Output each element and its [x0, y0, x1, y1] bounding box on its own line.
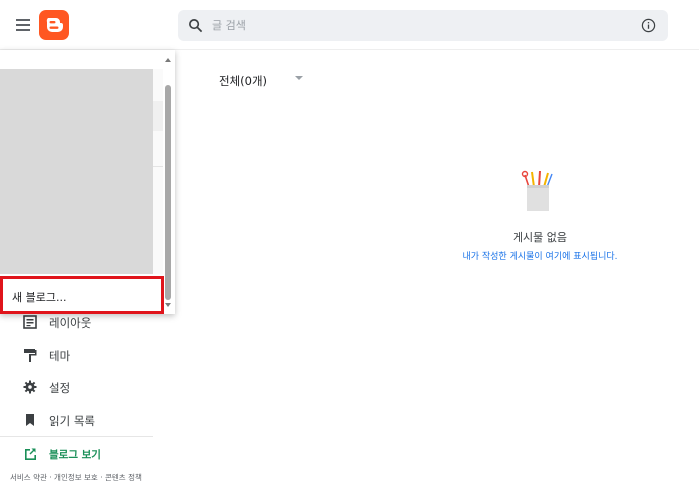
footer-links: 서비스 약관 · 개인정보 보호 · 콘텐츠 정책 [10, 472, 142, 483]
gear-icon [23, 380, 37, 394]
sidebar-item-reading-list[interactable]: 읽기 목록 [0, 404, 178, 436]
open-in-new-icon [25, 448, 36, 460]
search-bar [178, 10, 668, 41]
blogger-logo-icon[interactable] [39, 10, 69, 40]
bookmark-icon [26, 414, 34, 426]
sidebar-divider [0, 436, 153, 437]
chevron-down-icon [295, 76, 303, 80]
sidebar-item-label: 읽기 목록 [49, 414, 95, 428]
view-blog-link[interactable]: 블로그 보기 [0, 438, 178, 470]
scroll-up-arrow-icon[interactable] [165, 58, 171, 62]
empty-state-title: 게시물 없음 [512, 231, 568, 244]
dropdown-scrollbar[interactable] [163, 50, 175, 314]
info-icon[interactable] [641, 18, 656, 33]
sidebar-item-theme[interactable]: 테마 [0, 339, 178, 371]
post-filter-dropdown[interactable]: 전체(0개) [219, 70, 303, 90]
scroll-thumb[interactable] [165, 85, 171, 300]
empty-state-subtitle: 내가 작성한 게시물이 여기에 표시됩니다. [462, 252, 618, 262]
search-icon[interactable] [188, 18, 203, 33]
paint-roller-icon [24, 349, 37, 362]
footer-separator: · [97, 473, 105, 482]
blog-selector-dropdown: 새 블로그... [0, 50, 175, 314]
blog-list-placeholder [0, 69, 153, 274]
post-filter-label: 전체(0개) [219, 74, 268, 88]
content-policy-link[interactable]: 콘텐츠 정책 [105, 473, 142, 482]
hamburger-menu-icon[interactable] [16, 19, 30, 31]
privacy-link[interactable]: 개인정보 보호 [54, 473, 98, 482]
view-blog-label: 블로그 보기 [49, 449, 101, 461]
pencil-cup-icon [521, 170, 553, 211]
layout-icon [23, 315, 37, 329]
sidebar-item-label: 설정 [49, 381, 71, 395]
search-input[interactable] [212, 10, 622, 41]
new-blog-menu-item[interactable]: 새 블로그... [0, 276, 164, 314]
footer-separator: · [46, 473, 55, 482]
top-bar [0, 0, 699, 50]
new-blog-label: 새 블로그... [12, 291, 67, 304]
terms-link[interactable]: 서비스 약관 [10, 473, 47, 482]
sidebar-item-settings[interactable]: 설정 [0, 371, 178, 403]
scroll-down-arrow-icon[interactable] [165, 303, 171, 307]
sidebar-item-label: 레이아웃 [49, 316, 92, 330]
sidebar-item-label: 테마 [49, 349, 71, 363]
